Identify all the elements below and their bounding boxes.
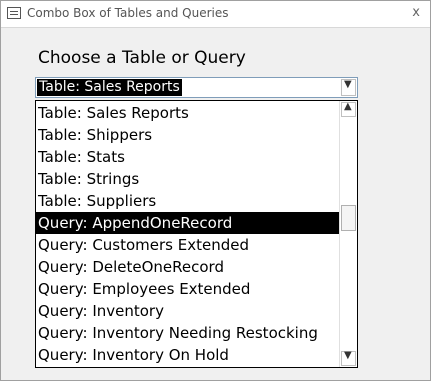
scroll-thumb[interactable] [341,205,356,231]
list-item[interactable]: Query: AppendOneRecord [36,212,340,234]
option-list: Table: Sales Reports Table: Shippers Table… [36,102,340,366]
arrow-down-icon: ▼ [344,350,352,361]
list-item[interactable]: Query: Employees Extended [36,278,340,300]
scroll-down-button[interactable]: ▼ [341,350,356,366]
list-item[interactable]: Query: Inventory [36,300,340,322]
arrow-up-icon: ▲ [344,101,352,112]
prompt-label: Choose a Table or Query [38,48,246,68]
list-item[interactable]: Table: Strings [36,168,340,190]
title-bar[interactable]: Combo Box of Tables and Queries x [1,1,430,28]
table-query-combo[interactable]: Table: Sales Reports ▼ [35,77,358,98]
vertical-scrollbar[interactable]: ▲ ▼ [339,101,357,367]
combo-dropdown-button[interactable]: ▼ [341,79,356,96]
chevron-down-icon: ▼ [344,79,352,90]
form-icon [7,7,21,19]
scroll-up-button[interactable]: ▲ [341,101,356,117]
close-icon[interactable]: x [412,5,420,20]
combo-value[interactable]: Table: Sales Reports [37,79,182,96]
list-item[interactable]: Table: Shippers [36,124,340,146]
list-item[interactable]: Table: Suppliers [36,190,340,212]
list-item[interactable]: Table: Stats [36,146,340,168]
list-item[interactable]: Query: DeleteOneRecord [36,256,340,278]
list-item[interactable]: Query: Inventory Needing Restocking [36,322,340,344]
list-item[interactable]: Query: Customers Extended [36,234,340,256]
window-title: Combo Box of Tables and Queries [27,6,229,20]
dropdown-list[interactable]: Table: Sales Reports Table: Shippers Table… [35,100,358,368]
list-item[interactable]: Table: Sales Reports [36,102,340,124]
list-item[interactable]: Query: Inventory On Hold [36,344,340,366]
